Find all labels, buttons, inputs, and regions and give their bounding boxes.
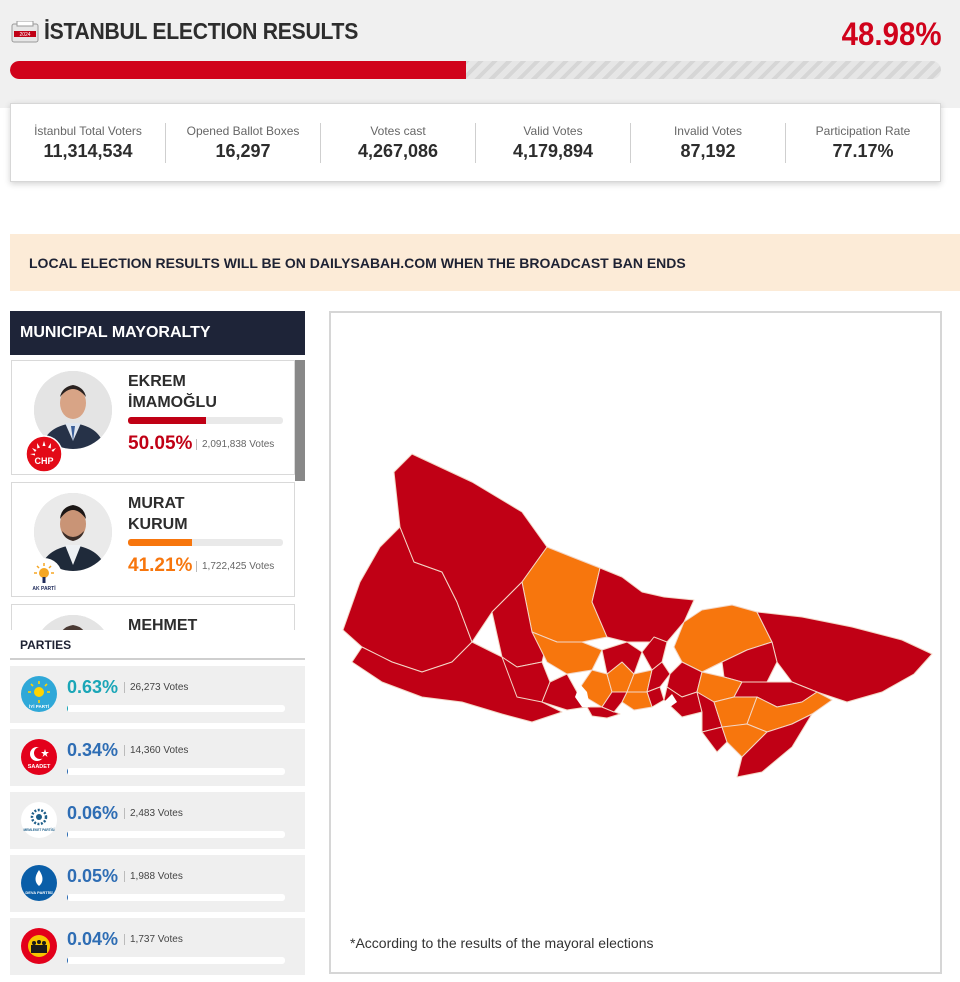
party-votes: 26,273 Votes — [124, 682, 188, 693]
count-progress-fill — [10, 61, 466, 79]
candidate-percent: 41.21% — [128, 555, 193, 576]
stat-value: 4,179,894 — [512, 140, 594, 161]
candidate-first-name: MURAT — [128, 495, 185, 512]
candidate-first-name: EKREM — [128, 373, 186, 390]
party-vote-bar-fill — [67, 831, 69, 838]
stat-ballot-boxes: Opened Ballot Boxes 16,297 — [166, 122, 321, 163]
deva-logo-text: DEVA PARTİSİ — [25, 890, 52, 895]
stat-label: Votes cast — [370, 123, 426, 138]
candidate-name: MEHMET — [128, 615, 288, 630]
party-vote-bar — [67, 957, 285, 964]
candidate-photo — [34, 615, 112, 630]
candidate-card[interactable]: MEHMET — [11, 604, 295, 630]
candidate-card[interactable]: CHP EKREM İMAMOĞLU 50.05% 2,091,838 Vote… — [11, 360, 295, 475]
memleket-logo-icon: MEMLEKET PARTİSİ — [20, 801, 58, 839]
stat-value: 87,192 — [680, 140, 736, 161]
iyi-parti-logo-icon: İYİ PARTİ — [20, 675, 58, 713]
candidate-name: EKREM İMAMOĞLU — [128, 371, 288, 413]
party-votes: 14,360 Votes — [124, 745, 188, 756]
results-header: 2024 İSTANBUL ELECTION RESULTS 48.98% — [0, 0, 960, 108]
party-vote-bar — [67, 768, 285, 775]
party-row[interactable]: DEVA PARTİSİ 0.05% 1,988 Votes — [10, 855, 305, 912]
stat-label: Invalid Votes — [673, 123, 743, 138]
stat-label: Valid Votes — [523, 123, 583, 138]
party-row[interactable]: SAADET 0.34% 14,360 Votes — [10, 729, 305, 786]
candidate-last-name: İMAMOĞLU — [128, 394, 217, 411]
candidate-last-name: KURUM — [128, 516, 188, 533]
stat-label: Opened Ballot Boxes — [186, 123, 300, 138]
mayoralty-heading: MUNICIPAL MAYORALTY — [10, 311, 305, 355]
district-sariyer[interactable] — [591, 567, 695, 643]
candidate-vote-bar-fill — [128, 539, 192, 546]
memleket-logo-text: MEMLEKET PARTİSİ — [23, 828, 54, 832]
parties-heading: PARTIES — [10, 632, 305, 660]
saadet-logo-icon: SAADET — [20, 738, 58, 776]
party-row[interactable]: 0.04% 1,737 Votes — [10, 918, 305, 975]
stat-label: Participation Rate — [815, 123, 911, 138]
stat-label: İstanbul Total Voters — [34, 123, 142, 138]
ballot-box-icon: 2024 — [11, 21, 39, 43]
party-vote-bar-fill — [67, 957, 69, 964]
district-map-panel: *According to the results of the mayoral… — [329, 311, 942, 974]
stat-votes-cast: Votes cast 4,267,086 — [321, 122, 476, 163]
year-badge: 2024 — [19, 32, 30, 38]
party-vote-bar — [67, 705, 285, 712]
party-vote-bar — [67, 831, 285, 838]
candidate-vote-bar — [128, 539, 283, 546]
party-logo-icon — [20, 927, 58, 965]
candidate-card[interactable]: AK PARTİ MURAT KURUM 41.21% 1,722,425 Vo… — [11, 482, 295, 597]
page-title: İSTANBUL ELECTION RESULTS — [44, 18, 359, 44]
party-votes: 2,483 Votes — [124, 808, 183, 819]
stat-valid-votes: Valid Votes 4,179,894 — [476, 122, 631, 163]
ak-parti-logo-text: AK PARTİ — [32, 585, 56, 592]
saadet-logo-text: SAADET — [28, 764, 51, 770]
chp-logo-icon: CHP — [25, 435, 63, 473]
candidate-votes: 2,091,838 Votes — [196, 439, 274, 450]
stat-participation-rate: Participation Rate 77.17% — [786, 123, 940, 163]
stat-invalid-votes: Invalid Votes 87,192 — [631, 122, 786, 163]
stat-value: 4,267,086 — [357, 140, 439, 161]
party-vote-bar-fill — [67, 768, 69, 775]
candidate-name: MURAT KURUM — [128, 493, 288, 535]
stat-value: 11,314,534 — [43, 140, 133, 161]
party-vote-bar — [67, 894, 285, 901]
stats-panel: İstanbul Total Voters 11,314,534 Opened … — [10, 103, 941, 182]
party-votes: 1,988 Votes — [124, 871, 183, 882]
stat-value: 16,297 — [215, 140, 271, 161]
party-percent: 0.06% — [67, 803, 119, 823]
stat-total-voters: İstanbul Total Voters 11,314,534 — [11, 122, 166, 163]
ak-parti-logo-icon: AK PARTİ — [25, 557, 63, 595]
party-percent: 0.63% — [67, 677, 119, 697]
counted-percent: 48.98% — [842, 16, 942, 52]
chp-logo-text: CHP — [34, 456, 53, 466]
party-vote-bar-fill — [67, 705, 69, 712]
party-row[interactable]: İYİ PARTİ 0.63% 26,273 Votes — [10, 666, 305, 723]
count-progress-bar — [10, 61, 941, 79]
candidate-first-name: MEHMET — [128, 617, 198, 630]
iyi-parti-logo-text: İYİ PARTİ — [29, 703, 49, 709]
deva-logo-icon: DEVA PARTİSİ — [20, 864, 58, 902]
party-percent: 0.34% — [67, 740, 119, 760]
party-row[interactable]: MEMLEKET PARTİSİ 0.06% 2,483 Votes — [10, 792, 305, 849]
map-footnote: *According to the results of the mayoral… — [350, 935, 654, 951]
party-percent: 0.05% — [67, 866, 119, 886]
candidate-percent: 50.05% — [128, 433, 193, 454]
candidate-list[interactable]: CHP EKREM İMAMOĞLU 50.05% 2,091,838 Vote… — [10, 360, 305, 630]
candidate-vote-bar-fill — [128, 417, 206, 424]
candidate-vote-bar — [128, 417, 283, 424]
candidate-votes: 1,722,425 Votes — [196, 561, 274, 572]
istanbul-district-map[interactable] — [331, 313, 940, 972]
stat-value: 77.17% — [832, 140, 894, 161]
broadcast-ban-notice: LOCAL ELECTION RESULTS WILL BE ON DAILYS… — [10, 234, 960, 291]
party-vote-bar-fill — [67, 894, 69, 901]
district-fatih[interactable] — [621, 691, 653, 711]
party-votes: 1,737 Votes — [124, 934, 183, 945]
candidate-list-scrollbar[interactable] — [295, 360, 305, 481]
party-percent: 0.04% — [67, 929, 119, 949]
